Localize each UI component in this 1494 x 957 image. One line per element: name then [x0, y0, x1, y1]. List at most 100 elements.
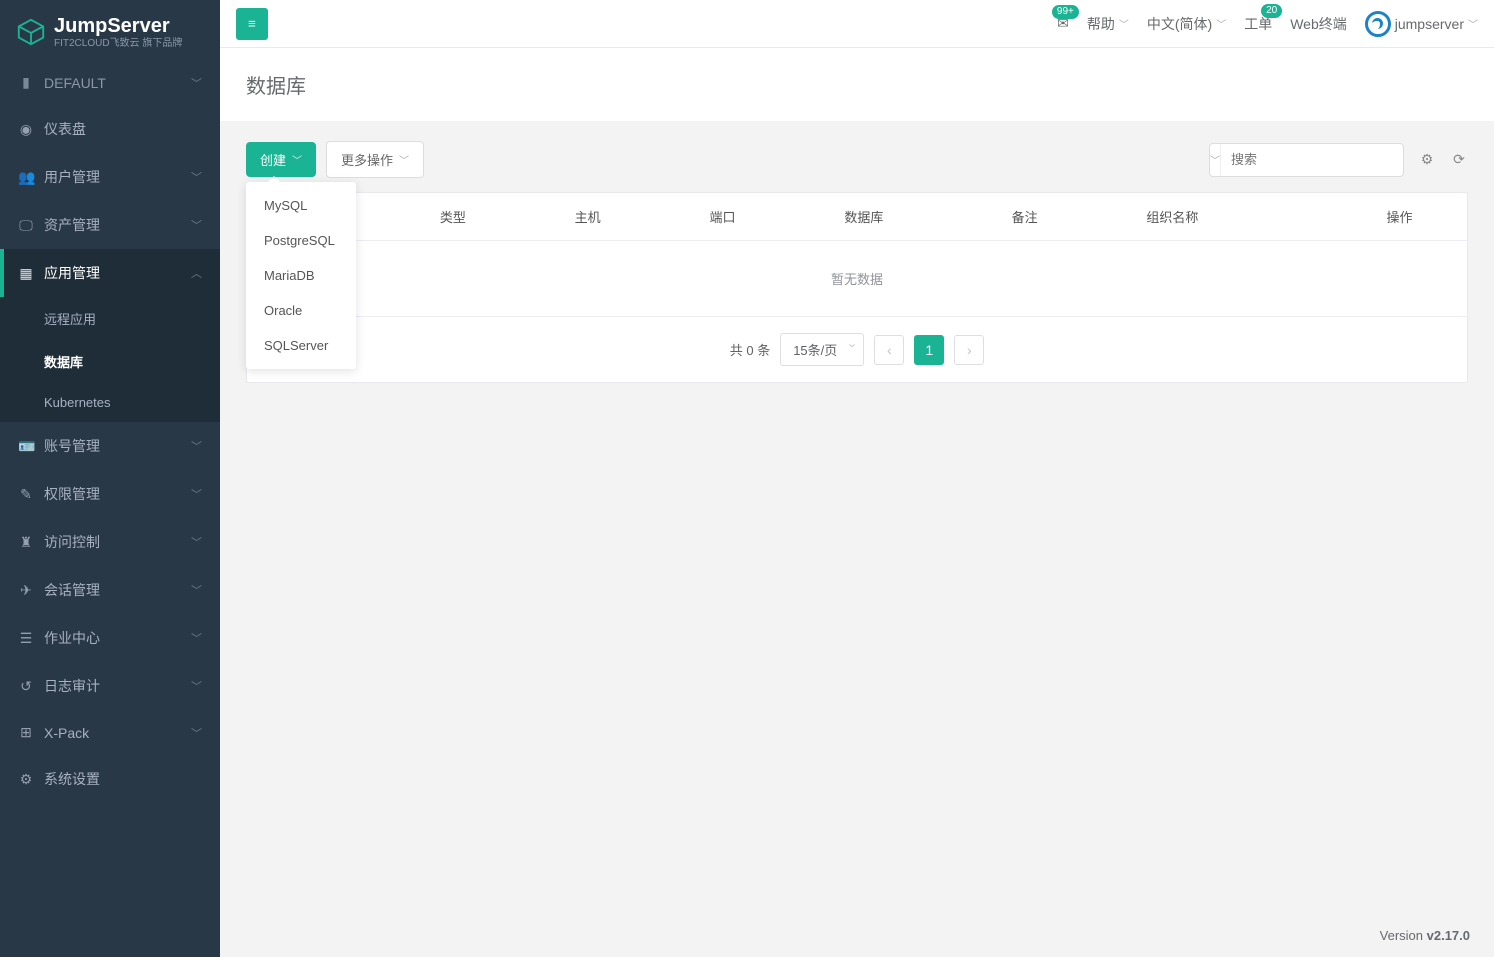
next-page-button[interactable]: ›	[954, 335, 984, 365]
rocket-icon: ✈	[18, 582, 34, 599]
create-dropdown: MySQL PostgreSQL MariaDB Oracle SQLServe…	[246, 182, 356, 369]
chevron-down-icon: ﹀	[191, 630, 202, 646]
sidebar-sub-remote-app[interactable]: 远程应用	[0, 297, 220, 340]
sidebar-item-assets[interactable]: 🖵 资产管理 ﹀	[0, 201, 220, 249]
user-menu[interactable]: jumpserver ﹀	[1365, 11, 1478, 37]
sidebar: JumpServer FIT2CLOUD飞致云 旗下品牌 ▮ DEFAULT ﹀…	[0, 0, 220, 957]
table-header-row: 名称 类型 主机 端口 数据库 备注 组织名称 操作	[247, 193, 1467, 241]
chevron-down-icon: ﹀	[191, 582, 202, 598]
mail-badge: 99+	[1052, 5, 1079, 19]
create-button[interactable]: 创建 ﹀	[246, 142, 316, 177]
org-selector[interactable]: ▮ DEFAULT ﹀	[0, 60, 220, 105]
avatar-icon	[1365, 11, 1391, 37]
mail-button[interactable]: ✉ 99+	[1057, 15, 1069, 32]
bookmark-icon: ▮	[18, 74, 34, 91]
sidebar-item-perms[interactable]: ✎ 权限管理 ﹀	[0, 470, 220, 518]
sidebar-sub-kubernetes[interactable]: Kubernetes	[0, 383, 220, 422]
logo-icon	[16, 17, 46, 47]
page-header: 数据库	[220, 48, 1494, 121]
ticket-button[interactable]: 工单 20	[1244, 14, 1272, 34]
sitemap-icon: ⊞	[18, 724, 34, 741]
sidebar-item-settings[interactable]: ⚙ 系统设置	[0, 755, 220, 803]
sidebar-item-audit[interactable]: ↺ 日志审计 ﹀	[0, 662, 220, 710]
chevron-down-icon: ﹀	[191, 725, 202, 741]
gear-icon: ⚙	[18, 771, 34, 788]
web-terminal-button[interactable]: Web终端	[1290, 14, 1347, 34]
chevron-down-icon: ﹀	[1468, 16, 1478, 31]
id-icon: 🪪	[18, 438, 34, 455]
create-option-mariadb[interactable]: MariaDB	[246, 258, 356, 293]
sidebar-item-xpack[interactable]: ⊞ X-Pack ﹀	[0, 710, 220, 755]
help-menu[interactable]: 帮助 ﹀	[1087, 14, 1129, 34]
page-size-select[interactable]: 15条/页	[780, 333, 864, 366]
col-port[interactable]: 端口	[695, 193, 830, 241]
history-icon: ↺	[18, 678, 34, 695]
version-text: v2.17.0	[1427, 928, 1470, 943]
sidebar-item-dashboard[interactable]: ◉ 仪表盘	[0, 105, 220, 153]
col-action: 操作	[1332, 193, 1467, 241]
col-org[interactable]: 组织名称	[1132, 193, 1332, 241]
create-option-oracle[interactable]: Oracle	[246, 293, 356, 328]
search-filter-dropdown[interactable]: ﹀	[1210, 144, 1221, 176]
pagination-total: 共 0 条	[730, 340, 770, 359]
chevron-left-icon: ‹	[887, 342, 892, 358]
grid-icon: ▦	[18, 265, 34, 282]
create-option-sqlserver[interactable]: SQLServer	[246, 328, 356, 363]
empty-text: 暂无数据	[247, 241, 1467, 317]
chevron-down-icon: ﹀	[1216, 16, 1226, 31]
create-option-postgresql[interactable]: PostgreSQL	[246, 223, 356, 258]
page-title: 数据库	[246, 70, 1468, 99]
col-comment[interactable]: 备注	[998, 193, 1133, 241]
sidebar-item-users[interactable]: 👥 用户管理 ﹀	[0, 153, 220, 201]
org-name: DEFAULT	[44, 75, 106, 91]
refresh-icon: ⟳	[1453, 151, 1465, 168]
create-option-mysql[interactable]: MySQL	[246, 188, 356, 223]
toolbar: 创建 ﹀ MySQL PostgreSQL MariaDB Oracle SQL…	[220, 121, 1494, 192]
dashboard-icon: ◉	[18, 121, 34, 138]
topbar: ≡ ✉ 99+ 帮助 ﹀ 中文(简体) ﹀ 工单 20 Web终端	[220, 0, 1494, 48]
chevron-down-icon: ﹀	[191, 438, 202, 454]
sidebar-item-acl[interactable]: ♜ 访问控制 ﹀	[0, 518, 220, 566]
logo-subtext: FIT2CLOUD飞致云 旗下品牌	[54, 38, 182, 50]
col-type[interactable]: 类型	[426, 193, 561, 241]
col-host[interactable]: 主机	[561, 193, 696, 241]
chevron-down-icon: ﹀	[191, 534, 202, 550]
chevron-down-icon: ﹀	[191, 678, 202, 694]
chevron-down-icon: ﹀	[191, 486, 202, 502]
refresh-button[interactable]: ⟳	[1450, 151, 1468, 169]
logo[interactable]: JumpServer FIT2CLOUD飞致云 旗下品牌	[0, 0, 220, 60]
footer: Version v2.17.0	[220, 914, 1494, 957]
chevron-down-icon: ﹀	[191, 169, 202, 185]
chevron-up-icon: ︿	[191, 265, 202, 281]
chevron-down-icon: ﹀	[399, 152, 409, 167]
data-table: 名称 类型 主机 端口 数据库 备注 组织名称 操作 暂无数据	[246, 192, 1468, 383]
more-actions-button[interactable]: 更多操作 ﹀	[326, 141, 424, 178]
chevron-down-icon: ﹀	[292, 152, 302, 167]
pagination: 共 0 条 15条/页 ‹ 1 ›	[247, 317, 1467, 382]
sidebar-item-applications[interactable]: ▦ 应用管理 ︿	[0, 249, 220, 297]
users-icon: 👥	[18, 169, 34, 186]
language-menu[interactable]: 中文(简体) ﹀	[1147, 14, 1226, 34]
ticket-badge: 20	[1261, 4, 1282, 18]
settings-button[interactable]: ⚙	[1418, 151, 1436, 169]
sidebar-item-sessions[interactable]: ✈ 会话管理 ﹀	[0, 566, 220, 614]
hamburger-icon: ≡	[248, 16, 256, 31]
logo-text: JumpServer	[54, 14, 182, 38]
stack-icon: ☰	[18, 630, 34, 647]
chevron-down-icon: ﹀	[191, 217, 202, 233]
sidebar-toggle-button[interactable]: ≡	[236, 8, 268, 40]
page-number-button[interactable]: 1	[914, 335, 944, 365]
sidebar-item-jobs[interactable]: ☰ 作业中心 ﹀	[0, 614, 220, 662]
edit-icon: ✎	[18, 486, 34, 503]
chevron-down-icon: ﹀	[191, 75, 202, 91]
empty-row: 暂无数据	[247, 241, 1467, 317]
prev-page-button[interactable]: ‹	[874, 335, 904, 365]
col-database[interactable]: 数据库	[830, 193, 997, 241]
search-input[interactable]	[1221, 152, 1417, 167]
sidebar-item-accounts[interactable]: 🪪 账号管理 ﹀	[0, 422, 220, 470]
sidebar-sub-database[interactable]: 数据库	[0, 340, 220, 383]
laptop-icon: 🖵	[18, 217, 34, 234]
gear-icon: ⚙	[1421, 151, 1434, 168]
chevron-down-icon: ﹀	[1119, 16, 1129, 31]
fort-icon: ♜	[18, 534, 34, 551]
